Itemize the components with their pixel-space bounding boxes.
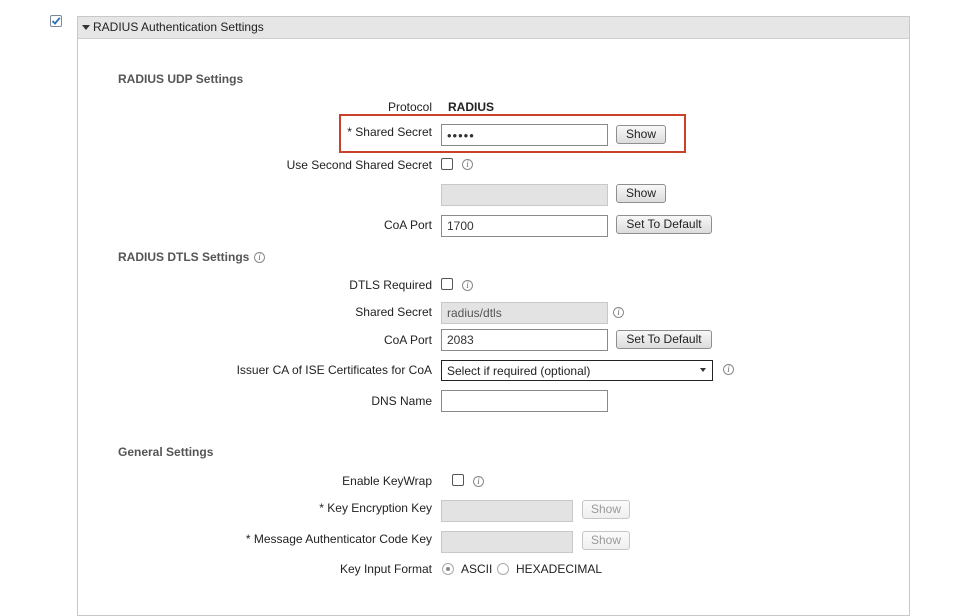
dtls-section-title: RADIUS DTLS Settings bbox=[118, 250, 250, 264]
ascii-radio[interactable] bbox=[442, 563, 454, 575]
info-icon[interactable]: i bbox=[462, 159, 473, 170]
issuer-ca-select[interactable]: Select if required (optional) bbox=[441, 360, 713, 381]
show-second-secret-button[interactable]: Show bbox=[616, 184, 666, 203]
dtls-required-label: DTLS Required bbox=[349, 278, 432, 292]
mack-input[interactable] bbox=[441, 531, 573, 553]
dtls-coa-port-label: CoA Port bbox=[383, 333, 432, 347]
ascii-label: ASCII bbox=[461, 562, 493, 576]
dtls-required-checkbox[interactable] bbox=[441, 278, 453, 290]
issuer-ca-selected: Select if required (optional) bbox=[447, 364, 591, 378]
panel-title: RADIUS Authentication Settings bbox=[93, 20, 264, 34]
udp-section-title: RADIUS UDP Settings bbox=[118, 72, 244, 86]
protocol-value: RADIUS bbox=[448, 100, 495, 114]
udp-coa-port-input[interactable]: 1700 bbox=[441, 215, 608, 237]
hexadecimal-radio[interactable] bbox=[497, 563, 509, 575]
dns-name-label: DNS Name bbox=[371, 394, 432, 408]
info-icon[interactable]: i bbox=[473, 476, 484, 487]
highlight-annotation bbox=[339, 114, 686, 153]
protocol-label: Protocol bbox=[387, 100, 432, 114]
second-secret-checkbox[interactable] bbox=[441, 158, 453, 170]
enable-radius-checkbox[interactable] bbox=[50, 15, 62, 27]
checkmark-icon bbox=[51, 17, 61, 25]
dtls-coa-port-input[interactable]: 2083 bbox=[441, 329, 608, 351]
general-section-title: General Settings bbox=[118, 445, 214, 459]
udp-set-default-button[interactable]: Set To Default bbox=[616, 215, 712, 234]
caret-down-icon[interactable] bbox=[82, 25, 90, 30]
dns-name-input[interactable] bbox=[441, 390, 608, 412]
dtls-set-default-button[interactable]: Set To Default bbox=[616, 330, 712, 349]
kek-input[interactable] bbox=[441, 500, 573, 522]
keywrap-checkbox[interactable] bbox=[452, 474, 464, 486]
second-secret-input[interactable] bbox=[441, 184, 608, 206]
second-secret-label: Use Second Shared Secret bbox=[286, 158, 432, 172]
keywrap-label: Enable KeyWrap bbox=[342, 474, 432, 488]
info-icon[interactable]: i bbox=[723, 364, 734, 375]
key-input-format-label: Key Input Format bbox=[339, 562, 432, 576]
hexadecimal-label: HEXADECIMAL bbox=[516, 562, 603, 576]
issuer-ca-label: Issuer CA of ISE Certificates for CoA bbox=[236, 363, 432, 377]
kek-label: * Key Encryption Key bbox=[319, 501, 432, 515]
kek-show-button[interactable]: Show bbox=[582, 500, 630, 519]
mack-label: * Message Authenticator Code Key bbox=[245, 532, 432, 546]
info-icon[interactable]: i bbox=[254, 252, 265, 263]
select-arrow-icon bbox=[700, 368, 706, 372]
dtls-shared-secret-label: Shared Secret bbox=[355, 305, 432, 319]
info-icon[interactable]: i bbox=[462, 280, 473, 291]
udp-coa-port-label: CoA Port bbox=[383, 218, 432, 232]
dtls-shared-secret-input[interactable]: radius/dtls bbox=[441, 302, 608, 324]
mack-show-button[interactable]: Show bbox=[582, 531, 630, 550]
info-icon[interactable]: i bbox=[613, 307, 624, 318]
